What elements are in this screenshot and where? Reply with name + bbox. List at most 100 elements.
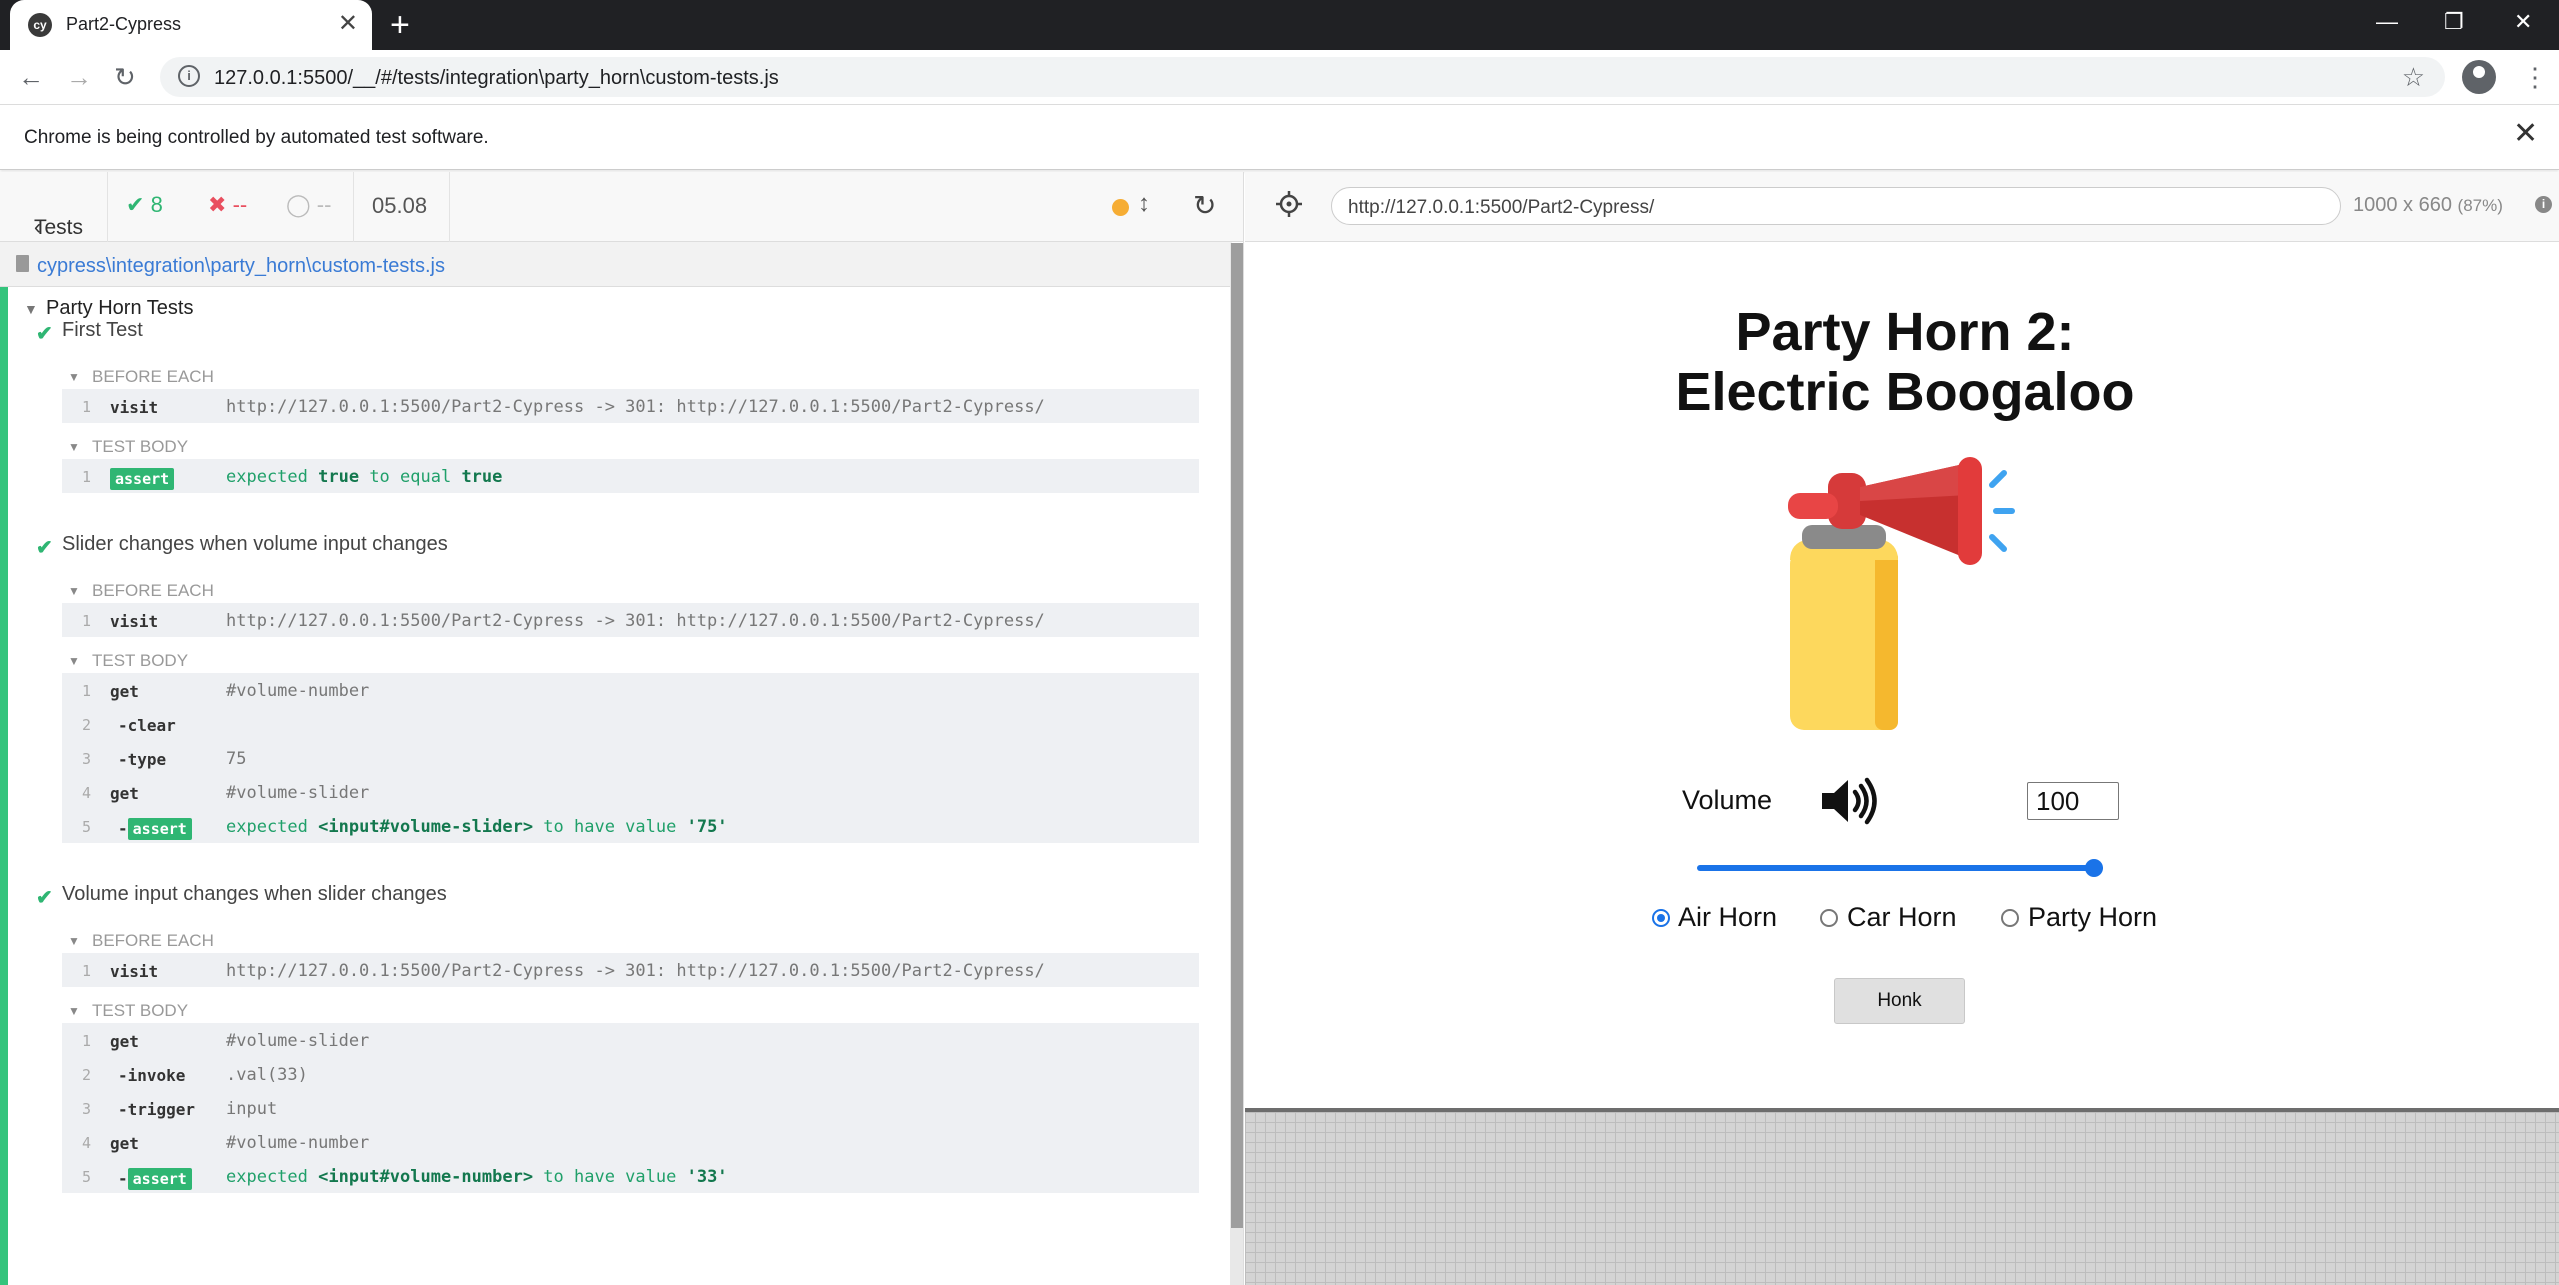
radio-car-horn[interactable] bbox=[1820, 909, 1838, 927]
viewport-info-icon[interactable]: i bbox=[2535, 196, 2552, 213]
command-number: 1 bbox=[82, 398, 92, 416]
radio-air-horn[interactable] bbox=[1652, 909, 1670, 927]
message-part: <input#volume-slider> bbox=[318, 817, 534, 837]
minimize-icon[interactable]: — bbox=[2376, 8, 2398, 36]
test-body-header[interactable]: TEST BODY bbox=[92, 1001, 188, 1021]
reload-page-icon[interactable]: ↻ bbox=[114, 62, 136, 92]
command-name: visit bbox=[110, 398, 159, 417]
address-url[interactable]: 127.0.0.1:5500/__/#/tests/integration\pa… bbox=[214, 67, 779, 90]
suite-title[interactable]: Party Horn Tests bbox=[46, 297, 193, 320]
tests-label: Tests bbox=[34, 216, 84, 239]
reporter-scrollbar[interactable] bbox=[1230, 243, 1243, 1285]
new-tab-icon[interactable]: + bbox=[390, 8, 410, 42]
address-bar[interactable]: i 127.0.0.1:5500/__/#/tests/integration\… bbox=[160, 57, 2445, 97]
message-part: true bbox=[461, 467, 503, 487]
slider-track[interactable] bbox=[1697, 865, 2103, 871]
command-row[interactable]: 3 -type 75 bbox=[62, 741, 1199, 775]
command-message: #volume-slider bbox=[226, 783, 370, 803]
before-each-header[interactable]: BEFORE EACH bbox=[92, 581, 214, 601]
command-number: 2 bbox=[82, 716, 92, 734]
command-number: 1 bbox=[82, 468, 92, 486]
test-title[interactable]: Volume input changes when slider changes bbox=[62, 883, 447, 906]
aut-url-bar[interactable]: http://127.0.0.1:5500/Part2-Cypress/ bbox=[1331, 187, 2341, 225]
window-close-icon[interactable]: ✕ bbox=[2514, 8, 2532, 36]
browser-menu-icon[interactable]: ⋮ bbox=[2522, 60, 2548, 94]
command-row[interactable]: 4 get #volume-slider bbox=[62, 775, 1199, 809]
command-row[interactable]: 4 get #volume-number bbox=[62, 1125, 1199, 1159]
bookmark-star-icon[interactable]: ☆ bbox=[2402, 62, 2425, 93]
caret-down-icon[interactable]: ▼ bbox=[68, 584, 80, 598]
spec-path-link[interactable]: cypress\integration\party_horn\custom-te… bbox=[37, 255, 445, 278]
command-message: expected <input#volume-number> to have v… bbox=[226, 1167, 728, 1187]
before-each-header[interactable]: BEFORE EACH bbox=[92, 931, 214, 951]
command-row[interactable]: 1 visit http://127.0.0.1:5500/Part2-Cypres… bbox=[62, 953, 1199, 987]
duration-value: 05.08 bbox=[372, 193, 428, 218]
air-horn-image bbox=[1788, 457, 2015, 730]
caret-down-icon[interactable]: ▼ bbox=[68, 440, 80, 454]
command-row[interactable]: 1 get #volume-number bbox=[62, 673, 1199, 707]
command-block: 1 get #volume-slider 2 -invoke .val(33) 3 -trig… bbox=[62, 1023, 1199, 1193]
command-row[interactable]: 3 -trigger input bbox=[62, 1091, 1199, 1125]
caret-down-icon[interactable]: ▼ bbox=[68, 1004, 80, 1018]
reporter-header: ‹ Tests ✔ 8 ✖ -- ◯ -- 05.08 ↕ ↻ bbox=[0, 172, 1243, 242]
caret-down-icon[interactable]: ▼ bbox=[68, 934, 80, 948]
command-name: - assert bbox=[118, 1168, 192, 1190]
profile-icon[interactable] bbox=[2462, 60, 2496, 94]
command-row[interactable]: 1 visit http://127.0.0.1:5500/Part2-Cypres… bbox=[62, 389, 1199, 423]
circle-notch-icon: ◯ bbox=[286, 192, 311, 217]
tests-button[interactable]: ‹ Tests bbox=[0, 172, 108, 242]
command-message: http://127.0.0.1:5500/Part2-Cypress -> 3… bbox=[226, 611, 1045, 631]
aut-url-text: http://127.0.0.1:5500/Part2-Cypress/ bbox=[1348, 197, 1655, 218]
command-message: #volume-slider bbox=[226, 1031, 370, 1051]
before-each-header[interactable]: BEFORE EACH bbox=[92, 367, 214, 387]
browser-toolbar: ← → ↻ i 127.0.0.1:5500/__/#/tests/integr… bbox=[0, 50, 2559, 105]
auto-scroll-icon[interactable]: ↕ bbox=[1138, 190, 1150, 218]
command-message: .val(33) bbox=[226, 1065, 308, 1085]
title-line-1: Party Horn 2: bbox=[1735, 302, 2075, 362]
command-name: -clear bbox=[118, 716, 176, 735]
radio-party-horn[interactable] bbox=[2001, 909, 2019, 927]
radio-label-party-horn[interactable]: Party Horn bbox=[2028, 902, 2157, 933]
caret-down-icon[interactable]: ▼ bbox=[24, 301, 38, 317]
caret-down-icon[interactable]: ▼ bbox=[68, 370, 80, 384]
scrollbar-thumb[interactable] bbox=[1231, 243, 1243, 1228]
command-row[interactable]: 2 -invoke .val(33) bbox=[62, 1057, 1199, 1091]
message-part: '33' bbox=[686, 1167, 728, 1187]
test-body-header[interactable]: TEST BODY bbox=[92, 651, 188, 671]
radio-label-car-horn[interactable]: Car Horn bbox=[1847, 902, 1957, 933]
rerun-icon[interactable]: ↻ bbox=[1193, 189, 1216, 222]
forward-icon[interactable]: → bbox=[66, 62, 92, 92]
command-row[interactable]: 2 -clear bbox=[62, 707, 1199, 741]
selector-playground-icon[interactable] bbox=[1275, 190, 1303, 218]
command-message: expected true to equal true bbox=[226, 467, 502, 487]
command-message: input bbox=[226, 1099, 278, 1119]
command-row[interactable]: 5 - assert expected <input#volume-number> t… bbox=[62, 1159, 1199, 1193]
command-row[interactable]: 1 visit http://127.0.0.1:5500/Part2-Cypres… bbox=[62, 603, 1199, 637]
infobar-close-icon[interactable]: ✕ bbox=[2513, 119, 2538, 149]
radio-label-air-horn[interactable]: Air Horn bbox=[1678, 902, 1777, 933]
volume-number-input[interactable] bbox=[2027, 782, 2119, 820]
caret-down-icon[interactable]: ▼ bbox=[68, 654, 80, 668]
command-row[interactable]: 5 - assert expected <input#volume-slider> t… bbox=[62, 809, 1199, 843]
test-body-header[interactable]: TEST BODY bbox=[92, 437, 188, 457]
command-block: 1 visit http://127.0.0.1:5500/Part2-Cypres… bbox=[62, 603, 1199, 637]
site-info-icon[interactable]: i bbox=[178, 65, 200, 87]
command-row[interactable]: 1 get #volume-slider bbox=[62, 1023, 1199, 1057]
honk-button[interactable]: Honk bbox=[1834, 978, 1965, 1024]
x-icon: ✖ bbox=[208, 192, 227, 217]
volume-slider[interactable] bbox=[1697, 858, 2103, 878]
slider-thumb[interactable] bbox=[2085, 859, 2103, 877]
command-block: 1 visit http://127.0.0.1:5500/Part2-Cypres… bbox=[62, 389, 1199, 423]
test-title[interactable]: Slider changes when volume input changes bbox=[62, 533, 448, 556]
back-icon[interactable]: ← bbox=[18, 62, 44, 92]
message-part: expected bbox=[226, 1167, 319, 1187]
test-title[interactable]: First Test bbox=[62, 319, 143, 342]
suite-status-rail bbox=[0, 287, 8, 1285]
command-name: get bbox=[110, 682, 139, 701]
browser-tab[interactable]: cy Part2-Cypress ✕ bbox=[10, 0, 372, 50]
command-row[interactable]: 1 assert expected true to equal true bbox=[62, 459, 1199, 493]
tab-close-icon[interactable]: ✕ bbox=[338, 10, 358, 38]
restore-icon[interactable]: ❐ bbox=[2444, 8, 2464, 36]
tab-title: Part2-Cypress bbox=[66, 14, 182, 34]
tab-strip: cy Part2-Cypress ✕ + — ❐ ✕ bbox=[0, 0, 2559, 50]
